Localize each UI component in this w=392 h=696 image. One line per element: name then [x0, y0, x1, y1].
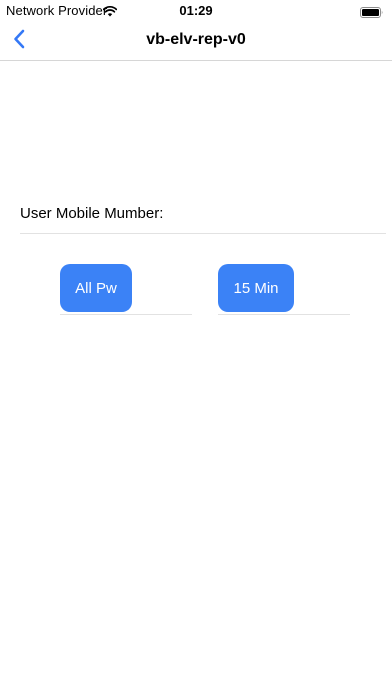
mobile-number-divider [20, 233, 386, 234]
battery-full-icon [360, 5, 384, 18]
mobile-number-label: User Mobile Mumber: [20, 205, 164, 222]
navigation-bar: vb-elv-rep-v0 [0, 22, 392, 61]
all-pw-divider [60, 314, 192, 315]
status-time: 01:29 [179, 3, 213, 18]
fifteen-min-divider [218, 314, 350, 315]
fifteen-min-button[interactable]: 15 Min [218, 264, 294, 312]
all-pw-button[interactable]: All Pw [60, 264, 132, 312]
fifteen-min-group: 15 Min [218, 264, 350, 316]
page-title: vb-elv-rep-v0 [146, 31, 246, 48]
all-pw-group: All Pw [60, 264, 192, 316]
status-bar: Network Provider 01:29 [0, 0, 392, 22]
